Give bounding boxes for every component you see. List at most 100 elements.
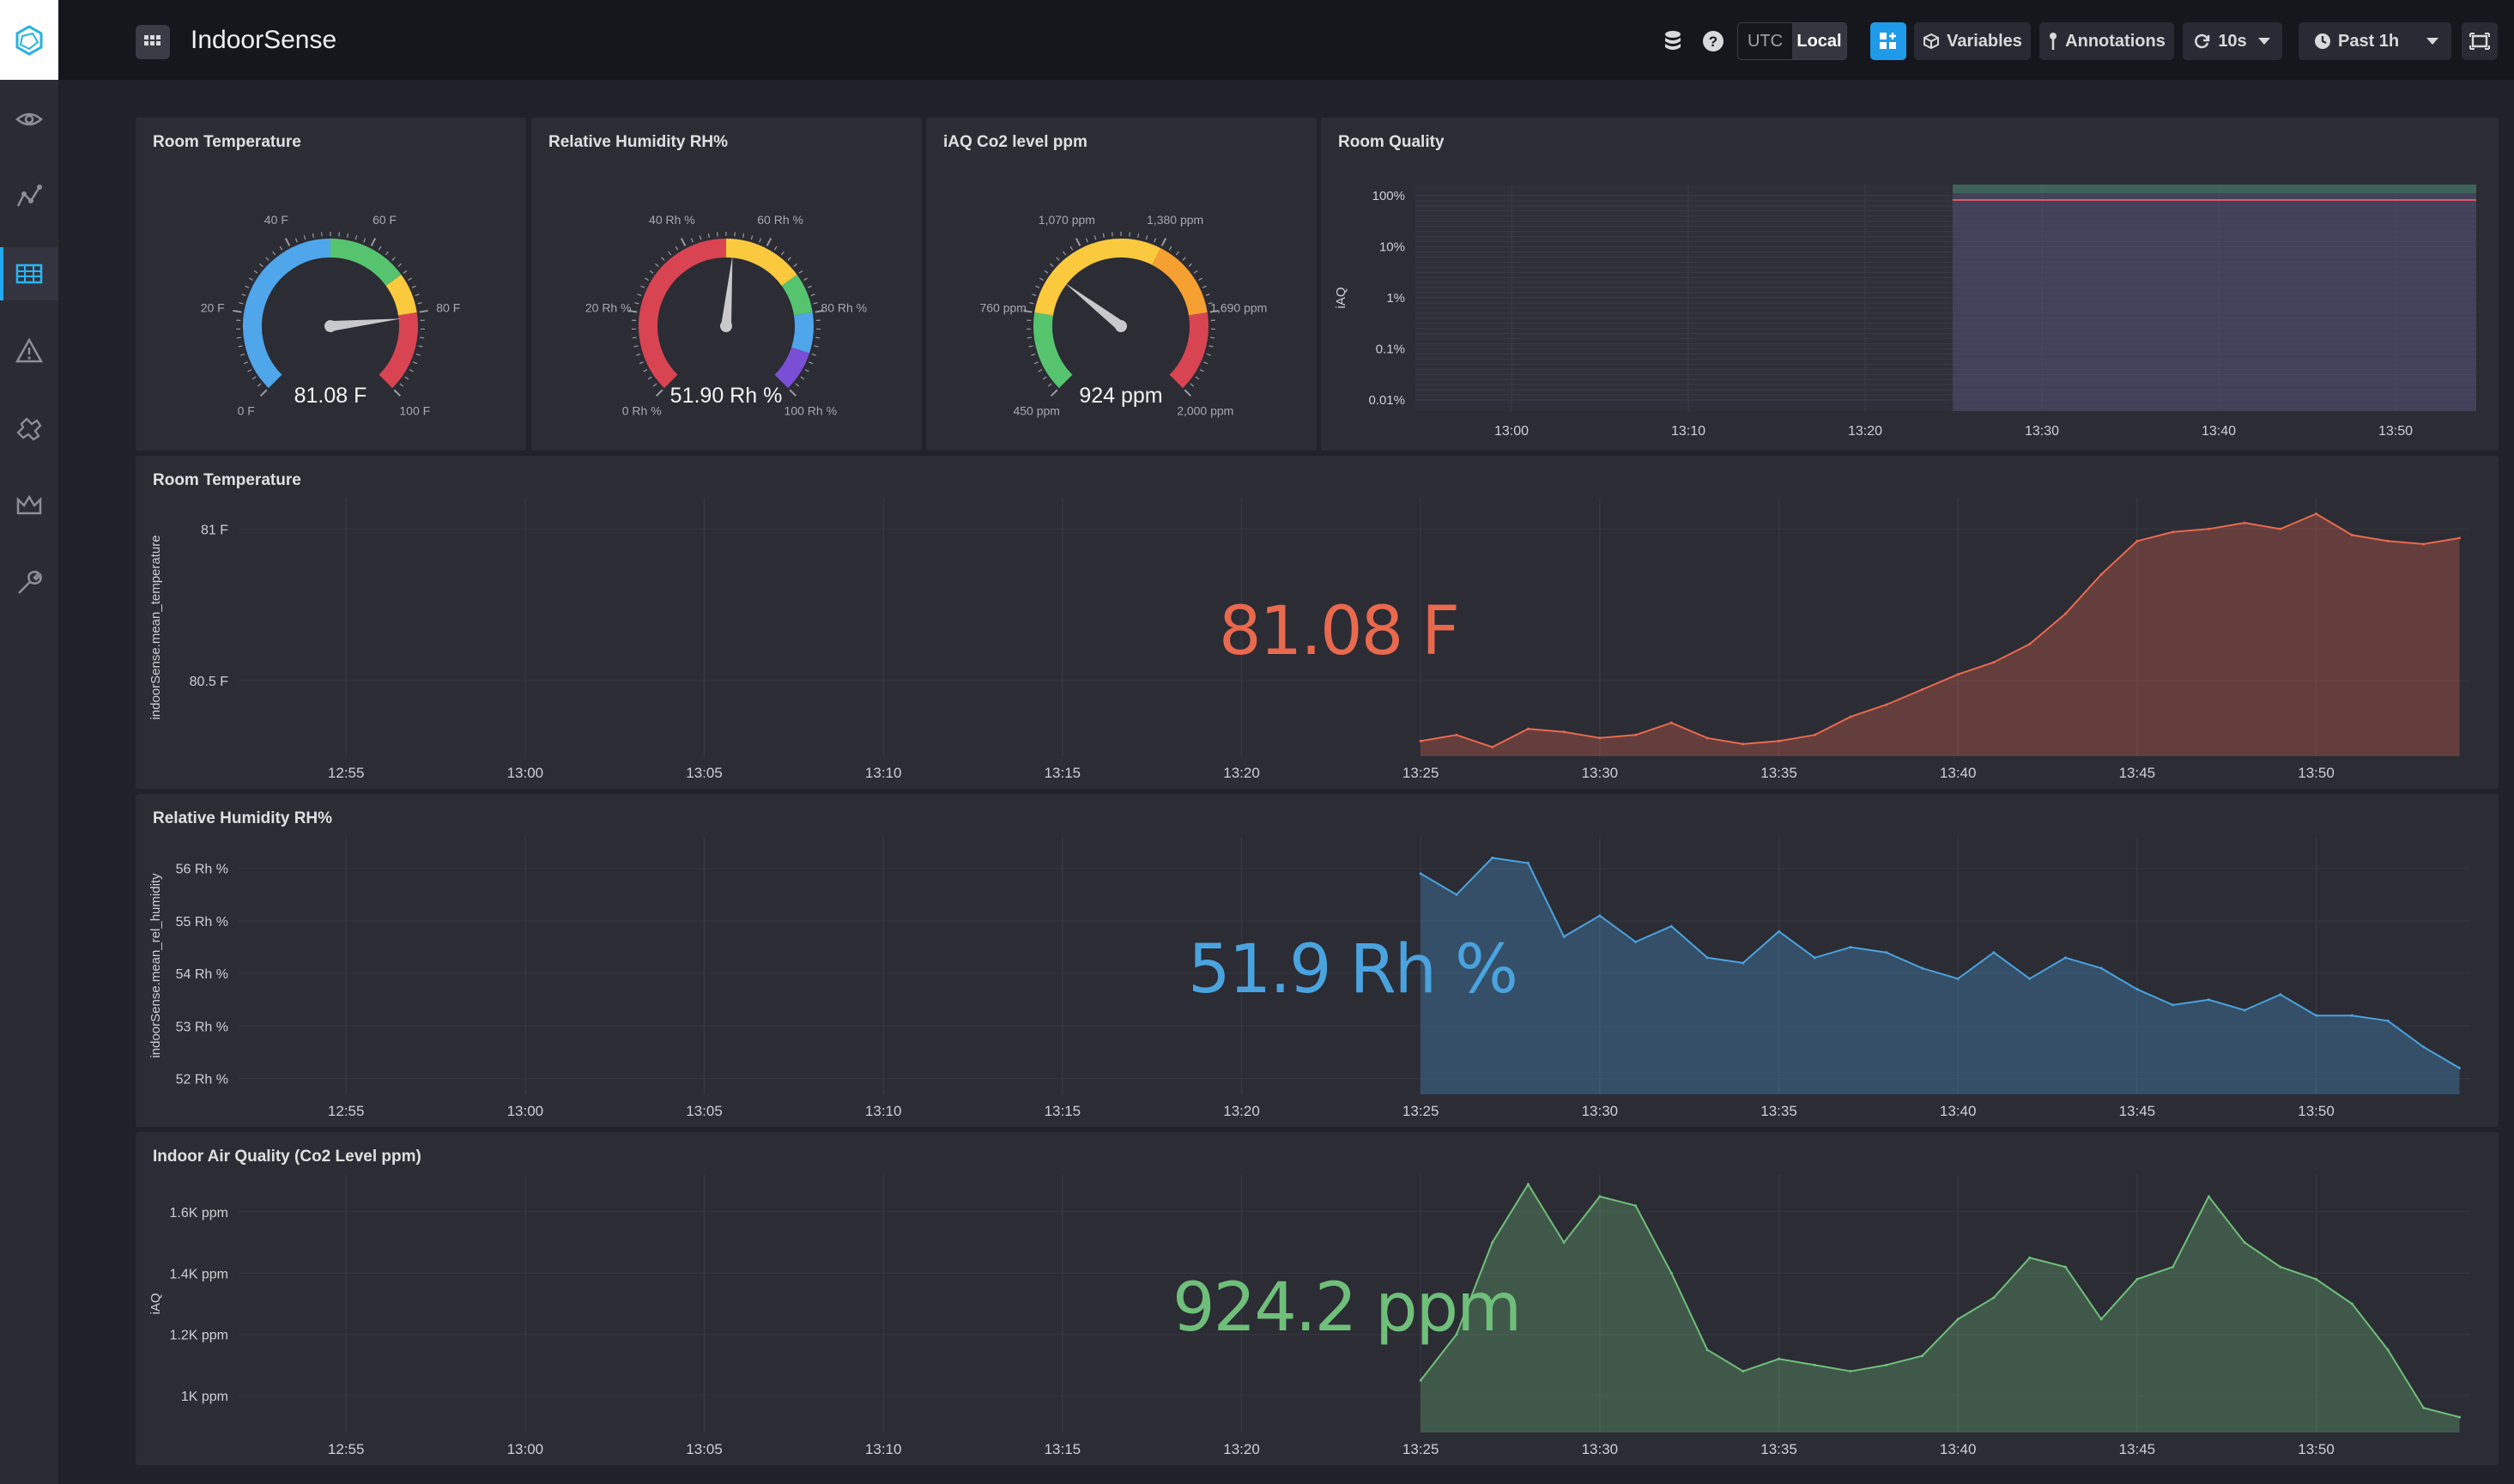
- logo-icon: [15, 24, 43, 56]
- series-area: [1421, 1184, 2460, 1433]
- data-point: [2135, 1277, 2139, 1281]
- gauge-panel-iaq-co2[interactable]: iAQ Co2 level ppm 450 ppm 760 ppm 1,070 pp…: [926, 118, 1317, 451]
- room-temperature-graph-panel[interactable]: Room Temperature 12:55 13:00 13:05 13:10 13:…: [136, 456, 2499, 789]
- dashboard-grid-icon: [15, 263, 43, 284]
- data-point: [2172, 1003, 2175, 1007]
- x-tick-label: 13:35: [1760, 765, 1797, 781]
- add-cell-button[interactable]: [1870, 22, 1906, 60]
- gauge-panel-room-temperature[interactable]: Room Temperature 0 F 20 F 40 F 60 F 80 F 100 …: [136, 118, 526, 451]
- gauge-tick: [680, 238, 687, 246]
- sidebar-item-graph[interactable]: [0, 170, 58, 223]
- data-point: [2315, 1277, 2318, 1281]
- data-point: [1598, 736, 1602, 740]
- database-button[interactable]: [1660, 28, 1686, 54]
- dashboard-menu-button[interactable]: [136, 25, 170, 59]
- gauge-tick: [243, 361, 248, 365]
- variables-button[interactable]: Variables: [1914, 22, 2031, 60]
- gauge-needle-hub: [720, 320, 732, 332]
- data-point: [2243, 1241, 2246, 1245]
- dashboard-title[interactable]: IndoorSense: [191, 26, 336, 55]
- local-button[interactable]: Local: [1792, 23, 1846, 59]
- x-tick-label: 13:30: [1582, 1103, 1619, 1119]
- gauge-tick: [814, 345, 819, 348]
- room-quality-panel[interactable]: Room Quality 100% 10% 1% 0.1% 0.01% iAQ 13:00 1…: [1321, 118, 2499, 451]
- data-point: [1992, 951, 1996, 954]
- gauge-value: 51.90 Rh %: [670, 384, 783, 408]
- humidity-single-stat: 51.9 Rh %: [1188, 931, 1518, 1009]
- annotations-button[interactable]: Annotations: [2039, 22, 2174, 60]
- gauge-tick: [238, 345, 243, 348]
- data-point: [1562, 730, 1566, 734]
- refresh-rate-dropdown[interactable]: 10s: [2183, 22, 2282, 60]
- indoor-air-quality-graph-panel[interactable]: Indoor Air Quality (Co2 Level ppm) 12:55…: [136, 1132, 2499, 1465]
- data-point: [2099, 572, 2103, 576]
- gauge-tick: [813, 302, 818, 305]
- gauge-band: [774, 347, 810, 389]
- annotation-pin-icon: [2050, 33, 2057, 50]
- x-tick-label: 12:55: [328, 765, 365, 781]
- time-range-dropdown[interactable]: Past 1h: [2299, 22, 2451, 60]
- x-tick-label: 12:55: [328, 1441, 365, 1457]
- data-point: [2063, 612, 2067, 615]
- gauge-tick: [272, 251, 276, 256]
- gauge-band: [1033, 312, 1073, 389]
- gauge-tick: [637, 294, 642, 296]
- y-tick-label: 1%: [1386, 291, 1405, 306]
- gauge-tick: [415, 294, 420, 296]
- sidebar-item-explore[interactable]: [0, 93, 58, 146]
- data-band: [1953, 185, 2476, 193]
- series-area: [1421, 513, 2460, 756]
- gauge-tick: [259, 263, 264, 268]
- gauge-tick: [766, 238, 772, 246]
- x-tick-label: 13:15: [1045, 1441, 1081, 1457]
- gauge-needle: [721, 255, 733, 327]
- data-point: [1669, 721, 1673, 724]
- x-tick-label: 13:25: [1402, 1103, 1439, 1119]
- gauge-tick: [750, 235, 754, 240]
- gauge-tick: [251, 376, 257, 380]
- panel-title: iAQ Co2 level ppm: [943, 133, 1087, 151]
- data-point: [2172, 1265, 2175, 1269]
- gauge-tick: [1044, 270, 1049, 274]
- gauge-tick: [399, 383, 404, 387]
- help-button[interactable]: ?: [1700, 28, 1726, 54]
- sidebar-item-admin[interactable]: [0, 479, 58, 532]
- variables-label: Variables: [1947, 31, 2022, 51]
- data-point: [1526, 862, 1530, 865]
- data-point: [2422, 1406, 2426, 1409]
- caret-down-icon: [2257, 38, 2270, 45]
- gauge-tick: [800, 376, 805, 380]
- y-tick-label: 1.6K ppm: [170, 1206, 228, 1221]
- gauge-tick-label: 1,070 ppm: [1039, 213, 1095, 227]
- data-point: [1455, 733, 1458, 736]
- gauge-tick: [1145, 235, 1148, 240]
- x-tick-label: 13:00: [1494, 424, 1529, 439]
- gauge-panel-relative-humidity[interactable]: Relative Humidity RH% 0 Rh % 20 Rh % 40 Rh…: [531, 118, 922, 451]
- gauge-tick: [1047, 383, 1052, 387]
- gauge-tick: [415, 353, 421, 356]
- x-tick-label: 13:45: [2119, 1103, 2156, 1119]
- relative-humidity-graph-panel[interactable]: Relative Humidity RH% 12:55 13:00 13:05 13:…: [136, 794, 2499, 1127]
- data-point: [1813, 1363, 1816, 1366]
- gauge-tick-label: 0 F: [238, 403, 255, 417]
- sidebar-item-config[interactable]: [0, 556, 58, 609]
- gauge-tick: [240, 353, 245, 356]
- x-tick-label: 13:45: [2119, 1441, 2156, 1457]
- data-point: [2243, 1009, 2246, 1012]
- gauge-tick: [742, 233, 745, 238]
- sidebar-item-dashboards[interactable]: [0, 247, 58, 300]
- data-point: [2350, 533, 2353, 536]
- data-point: [2279, 527, 2282, 530]
- x-tick-label: 13:20: [1223, 1441, 1260, 1457]
- logo[interactable]: [0, 0, 58, 80]
- x-tick-label: 13:20: [1223, 765, 1260, 781]
- sidebar-item-plugins[interactable]: [0, 402, 58, 455]
- presentation-mode-button[interactable]: [2462, 22, 2498, 60]
- sidebar-item-alerts[interactable]: [0, 324, 58, 378]
- data-point: [1956, 1317, 1960, 1321]
- gauge-tick-label: 40 F: [264, 213, 288, 227]
- data-point: [2028, 1256, 2032, 1259]
- utc-button[interactable]: UTC: [1738, 23, 1792, 59]
- x-tick-label: 13:50: [2298, 1103, 2335, 1119]
- gauge-tick: [312, 233, 314, 238]
